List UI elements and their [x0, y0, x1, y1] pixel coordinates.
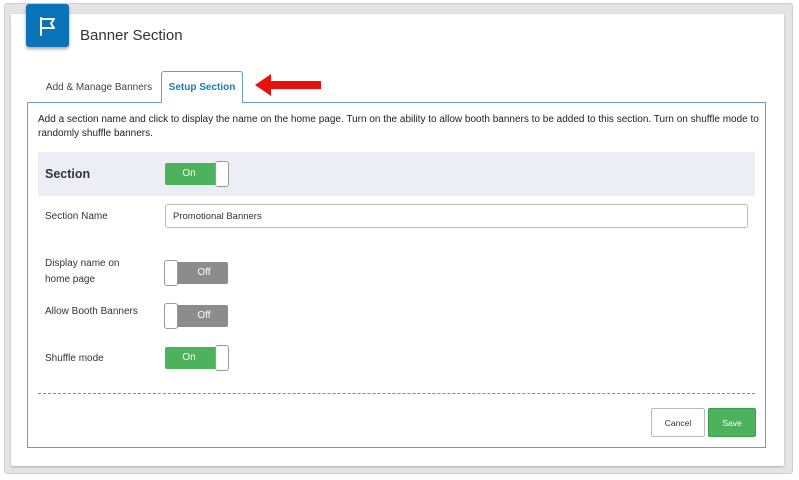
tab-add-manage-banners[interactable]: Add & Manage Banners — [40, 72, 158, 102]
shuffle-mode-toggle[interactable]: On — [165, 345, 229, 371]
section-label: Section — [45, 167, 91, 181]
toggle-knob — [215, 161, 229, 187]
allow-booth-toggle-text: Off — [197, 310, 211, 321]
flag-icon — [26, 4, 69, 47]
intro-text: Add a section name and click to display … — [38, 114, 759, 139]
shuffle-mode-label: Shuffle mode — [45, 353, 104, 364]
section-name-label: Section Name — [45, 211, 108, 222]
allow-booth-label: Allow Booth Banners — [45, 306, 138, 317]
section-header-band — [38, 152, 755, 196]
toggle-knob — [164, 260, 178, 286]
red-arrow-left-icon — [255, 74, 321, 96]
save-button[interactable]: Save — [708, 408, 756, 437]
page-title: Banner Section — [80, 27, 183, 44]
cancel-button[interactable]: Cancel — [651, 408, 705, 437]
allow-booth-toggle[interactable]: Off — [164, 303, 228, 329]
form-divider — [38, 393, 755, 394]
display-name-label: Display name on home page — [45, 258, 120, 285]
shuffle-mode-toggle-text: On — [182, 352, 196, 363]
section-toggle[interactable]: On — [165, 161, 229, 187]
display-name-toggle[interactable]: Off — [164, 260, 228, 286]
section-toggle-text: On — [182, 168, 196, 179]
toggle-knob — [215, 345, 229, 371]
toggle-knob — [164, 303, 178, 329]
tab-setup-section[interactable]: Setup Section — [161, 71, 243, 103]
section-name-input[interactable] — [165, 204, 748, 228]
display-name-toggle-text: Off — [197, 267, 211, 278]
